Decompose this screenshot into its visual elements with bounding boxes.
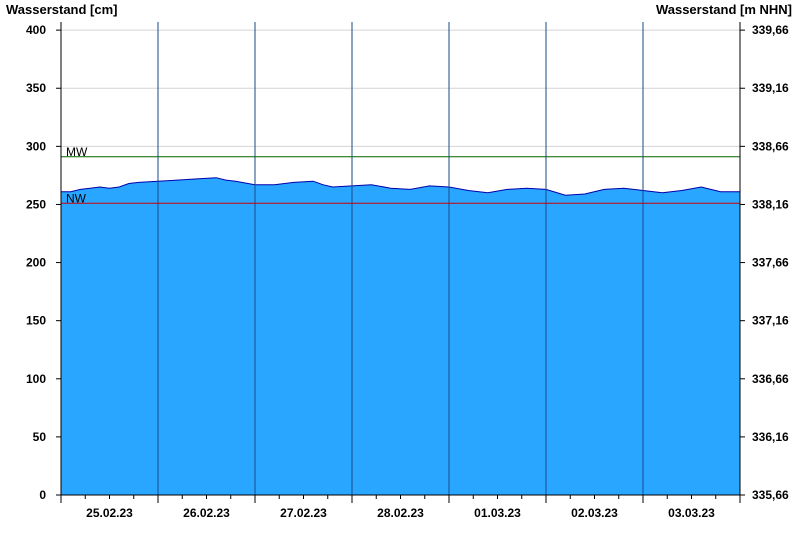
x-tick-label-5: 02.03.23: [571, 506, 618, 520]
x-tick-label-3: 28.02.23: [377, 506, 424, 520]
y-tick-label-left-50: 50: [33, 430, 47, 444]
y-tick-label-left-0: 0: [39, 488, 46, 502]
y-tick-label-right-4: 337,66: [752, 256, 789, 270]
x-tick-label-2: 27.02.23: [280, 506, 327, 520]
x-tick-label-0: 25.02.23: [86, 506, 133, 520]
y-tick-label-right-0: 335,66: [752, 488, 789, 502]
x-tick-label-4: 01.03.23: [474, 506, 521, 520]
y-tick-label-right-1: 336,16: [752, 430, 789, 444]
x-tick-label-6: 03.03.23: [668, 506, 715, 520]
y-tick-label-left-300: 300: [26, 139, 46, 153]
y-tick-label-right-8: 339,66: [752, 23, 789, 37]
water-level-chart: MW NW 0 335,66 50 336,16 100 336,66 150 337,16 200…: [26, 22, 789, 520]
reference-label-nw: NW: [66, 191, 87, 205]
y-tick-label-right-5: 338,16: [752, 197, 789, 211]
x-tick-label-1: 26.02.23: [183, 506, 230, 520]
y-tick-label-left-350: 350: [26, 81, 46, 95]
y-tick-label-left-250: 250: [26, 197, 46, 211]
y-tick-label-right-6: 338,66: [752, 139, 789, 153]
water-level-area: [61, 177, 740, 495]
y-tick-label-left-100: 100: [26, 372, 46, 386]
y-tick-label-right-3: 337,16: [752, 314, 789, 328]
y-tick-label-left-400: 400: [26, 23, 46, 37]
y-tick-label-right-7: 339,16: [752, 81, 789, 95]
y-tick-label-left-200: 200: [26, 256, 46, 270]
y-tick-label-left-150: 150: [26, 314, 46, 328]
reference-label-mw: MW: [66, 145, 88, 159]
y-tick-label-right-2: 336,66: [752, 372, 789, 386]
